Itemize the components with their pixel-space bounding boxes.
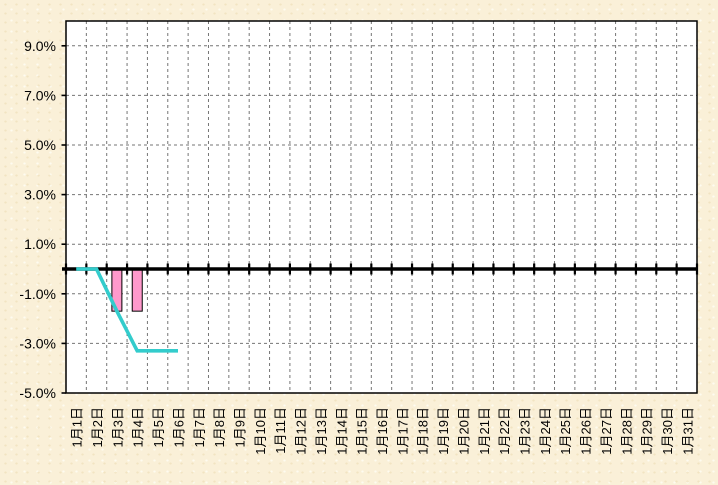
- bar: [132, 269, 142, 311]
- y-axis-label: 3.0%: [24, 187, 56, 203]
- x-axis-label: 1月10日: [253, 407, 268, 455]
- x-axis-label: 1月21日: [477, 407, 492, 455]
- x-axis-label: 1月1日: [70, 407, 85, 447]
- y-axis-label: 1.0%: [24, 236, 56, 252]
- x-axis-label: 1月7日: [192, 407, 207, 447]
- x-axis-label: 1月26日: [579, 407, 594, 455]
- y-axis-label: 5.0%: [24, 137, 56, 153]
- y-axis-label: -5.0%: [19, 385, 56, 401]
- x-axis-label: 1月15日: [355, 407, 370, 455]
- x-axis-label: 1月2日: [90, 407, 105, 447]
- x-axis-label: 1月5日: [151, 407, 166, 447]
- x-axis-label: 1月16日: [375, 407, 390, 455]
- x-axis-label: 1月17日: [395, 407, 410, 455]
- x-axis-label: 1月25日: [558, 407, 573, 455]
- x-axis-label: 1月23日: [517, 407, 532, 455]
- x-axis-label: 1月4日: [131, 407, 146, 447]
- x-axis-label: 1月6日: [171, 407, 186, 447]
- y-axis-label: -3.0%: [19, 335, 56, 351]
- combo-chart: 9.0% 7.0% 5.0% 3.0% 1.0% -1.0% -3.0% -5.0% 1月1日 1…: [0, 0, 718, 485]
- x-axis-label: 1月20日: [456, 407, 471, 455]
- x-axis-label: 1月8日: [212, 407, 227, 447]
- y-axis-label: 7.0%: [24, 87, 56, 103]
- x-axis-label: 1月18日: [416, 407, 431, 455]
- x-axis-label: 1月29日: [640, 407, 655, 455]
- x-axis-label: 1月30日: [660, 407, 675, 455]
- x-axis-label: 1月12日: [294, 407, 309, 455]
- x-axis-label: 1月13日: [314, 407, 329, 455]
- x-axis-label: 1月19日: [436, 407, 451, 455]
- x-axis-label: 1月31日: [680, 407, 695, 455]
- x-axis-label: 1月9日: [233, 407, 248, 447]
- chart-page-background: 9.0% 7.0% 5.0% 3.0% 1.0% -1.0% -3.0% -5.0% 1月1日 1…: [0, 0, 718, 485]
- x-axis-label: 1月28日: [619, 407, 634, 455]
- x-axis-label: 1月11日: [273, 407, 288, 454]
- y-axis-label: -1.0%: [19, 286, 56, 302]
- x-axis-label: 1月14日: [334, 407, 349, 455]
- plot-area: [66, 21, 697, 393]
- x-axis-label: 1月3日: [110, 407, 125, 447]
- y-axis-label: 9.0%: [24, 38, 56, 54]
- x-axis-label: 1月22日: [497, 407, 512, 455]
- x-axis-label: 1月27日: [599, 407, 614, 455]
- x-axis-label: 1月24日: [538, 407, 553, 455]
